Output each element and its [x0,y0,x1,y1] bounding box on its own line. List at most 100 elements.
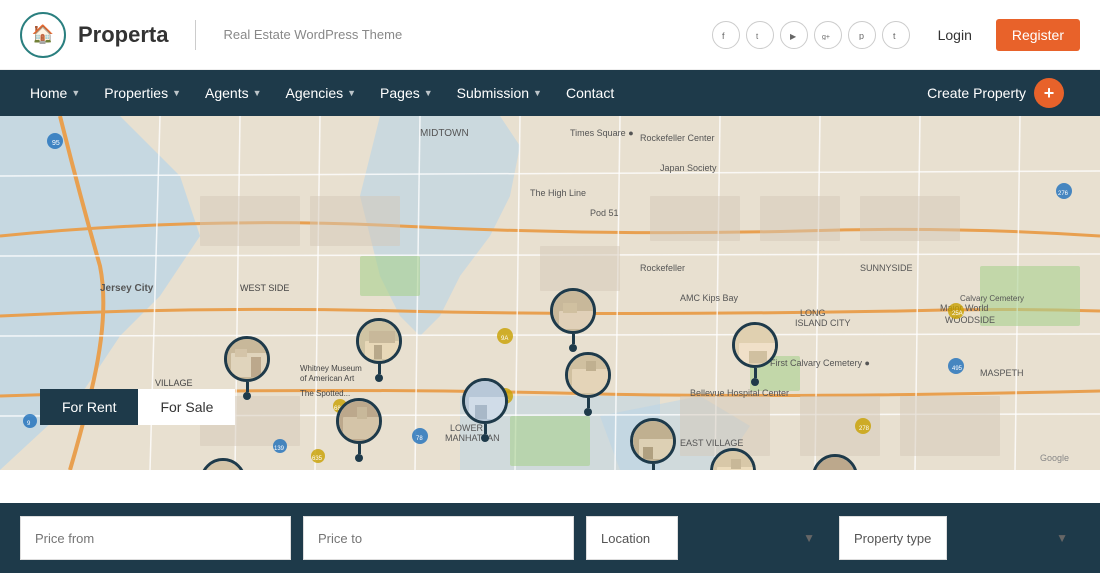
map-pin-2[interactable] [356,318,402,382]
nav-submission[interactable]: Submission ▼ [447,70,552,116]
map-pin-10[interactable] [732,322,778,386]
svg-text:EAST VILLAGE: EAST VILLAGE [680,438,743,448]
svg-text:g+: g+ [822,34,830,40]
nav-pages[interactable]: Pages ▼ [370,70,443,116]
nav-arrow-properties: ▼ [172,88,181,98]
login-button[interactable]: Login [928,21,982,49]
pin-circle-3 [336,398,382,444]
logo-icon: 🏠 [20,12,66,58]
svg-text:276: 276 [1058,191,1069,197]
svg-text:Pod 51: Pod 51 [590,208,619,218]
nav-arrow-pages: ▼ [424,88,433,98]
nav-contact[interactable]: Contact [556,70,624,116]
nav-home[interactable]: Home ▼ [20,70,90,116]
pin-circle-4 [200,458,246,470]
tab-for-rent[interactable]: For Rent [40,389,138,425]
svg-text:AMC Kips Bay: AMC Kips Bay [680,293,739,303]
svg-text:The Spotted...: The Spotted... [300,389,350,398]
nav-arrow-home: ▼ [71,88,80,98]
facebook-icon[interactable]: f [712,21,740,49]
logo-text: Properta [78,22,168,48]
nav-arrow-submission: ▼ [533,88,542,98]
svg-text:t: t [756,32,759,40]
pin-circle-6 [550,288,596,334]
google-plus-icon[interactable]: g+ [814,21,842,49]
pin-circle-11 [812,454,858,470]
location-select[interactable]: Location New York Brooklyn Manhattan [586,516,678,560]
youtube-icon[interactable]: ▶ [780,21,808,49]
svg-text:25A: 25A [952,311,963,317]
svg-text:9A: 9A [501,336,508,342]
svg-text:Jersey City: Jersey City [100,283,154,294]
svg-text:Calvary Cemetery: Calvary Cemetery [960,294,1024,303]
svg-text:f: f [722,31,725,40]
header: 🏠 Properta Real Estate WordPress Theme f… [0,0,1100,70]
property-type-select-arrow-icon: ▼ [1056,531,1068,545]
map-pin-4[interactable] [200,458,246,470]
svg-text:t: t [893,31,896,40]
svg-text:Major World: Major World [940,303,988,313]
svg-text:Japan Society: Japan Society [660,163,717,173]
nav-agents[interactable]: Agents ▼ [195,70,272,116]
svg-text:First Calvary Cemetery ●: First Calvary Cemetery ● [770,358,870,368]
svg-text:Rockefeller Center: Rockefeller Center [640,133,715,143]
tumblr-icon[interactable]: t [882,21,910,49]
location-select-arrow-icon: ▼ [803,531,815,545]
svg-text:▶: ▶ [790,32,797,40]
nav-arrow-agents: ▼ [253,88,262,98]
map-pin-7[interactable] [565,352,611,416]
price-to-input[interactable] [303,516,574,560]
logo-divider [195,20,196,50]
logo-area: 🏠 Properta Real Estate WordPress Theme [20,12,402,58]
pinterest-icon[interactable]: p [848,21,876,49]
create-property-nav[interactable]: Create Property + [911,70,1080,116]
svg-text:The High Line: The High Line [530,188,586,198]
map-area: Jersey City WEST SIDE VILLAGE MIDTOWN Ti… [0,116,1100,470]
property-type-select[interactable]: Property type Apartment House Studio Vil… [839,516,947,560]
svg-text:Times Square ●: Times Square ● [570,128,634,138]
svg-text:495: 495 [952,366,963,372]
header-social: f t ▶ g+ p t Login Register [712,19,1080,51]
svg-text:ISLAND CITY: ISLAND CITY [795,318,851,328]
svg-text:SUNNYSIDE: SUNNYSIDE [860,263,913,273]
pin-circle-9 [710,448,756,470]
nav-properties[interactable]: Properties ▼ [94,70,191,116]
svg-text:MASPETH: MASPETH [980,368,1024,378]
svg-text:VILLAGE: VILLAGE [155,378,193,388]
svg-text:78: 78 [416,436,423,442]
pin-circle-1 [224,336,270,382]
svg-text:95: 95 [52,140,60,147]
tab-for-sale[interactable]: For Sale [138,389,235,425]
map-pin-11[interactable] [812,454,858,470]
twitter-icon[interactable]: t [746,21,774,49]
map-pin-9[interactable] [710,448,756,470]
map-pin-6[interactable] [550,288,596,352]
price-from-input[interactable] [20,516,291,560]
svg-text:139: 139 [274,446,285,452]
map-pin-8[interactable] [630,418,676,470]
pin-circle-2 [356,318,402,364]
pin-circle-10 [732,322,778,368]
map-pin-5[interactable] [462,378,508,442]
svg-text:Rockefeller: Rockefeller [640,263,685,273]
search-bar: Location New York Brooklyn Manhattan ▼ P… [0,503,1100,573]
nav-arrow-agencies: ▼ [347,88,356,98]
svg-text:WEST SIDE: WEST SIDE [240,283,289,293]
svg-text:635: 635 [312,456,323,462]
pin-circle-5 [462,378,508,424]
map-pin-3[interactable] [336,398,382,462]
svg-text:Bellevue Hospital Center: Bellevue Hospital Center [690,388,789,398]
navbar: Home ▼ Properties ▼ Agents ▼ Agencies ▼ … [0,70,1100,116]
nav-items: Home ▼ Properties ▼ Agents ▼ Agencies ▼ … [20,70,911,116]
pin-circle-8 [630,418,676,464]
create-property-plus-icon: + [1034,78,1064,108]
svg-text:of American Art: of American Art [300,374,355,383]
svg-text:LONG: LONG [800,308,826,318]
svg-text:278: 278 [859,426,870,432]
svg-text:p: p [859,31,864,40]
svg-text:Whitney Museum: Whitney Museum [300,364,362,373]
nav-agencies[interactable]: Agencies ▼ [276,70,367,116]
logo-tagline: Real Estate WordPress Theme [223,27,402,42]
svg-text:MIDTOWN: MIDTOWN [420,128,469,139]
register-button[interactable]: Register [996,19,1080,51]
